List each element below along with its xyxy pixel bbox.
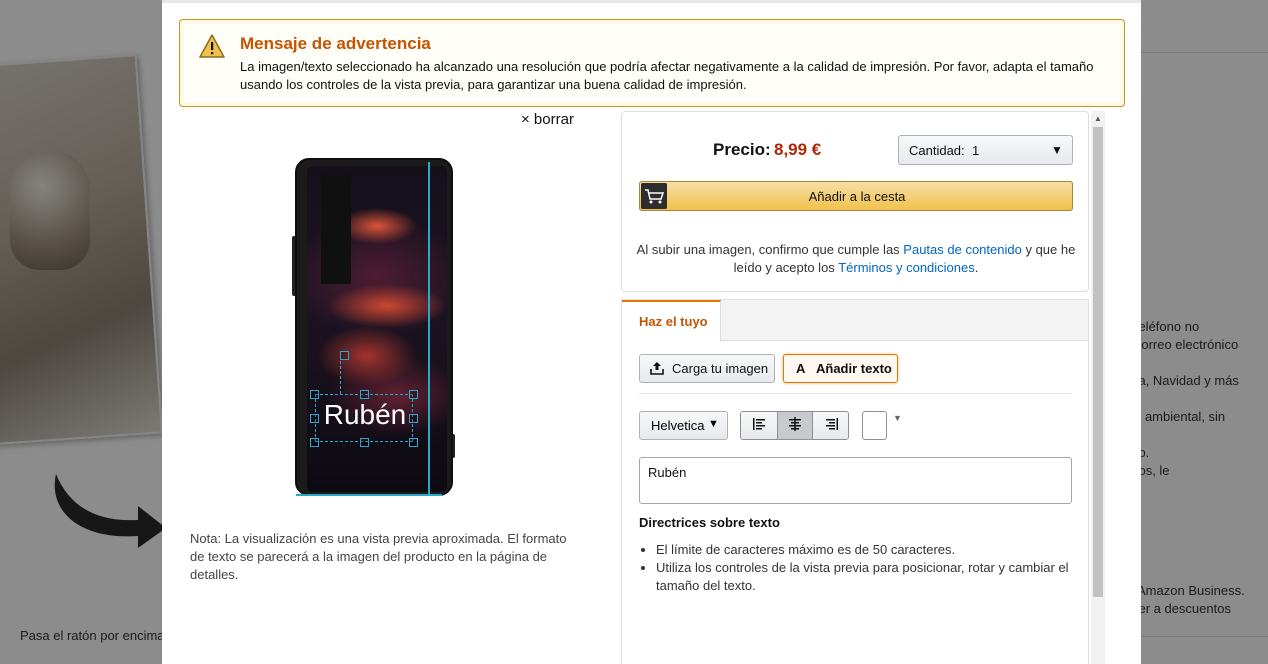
scrollbar[interactable]: ▲ xyxy=(1091,111,1105,664)
tab-bar: Haz el tuyo xyxy=(622,300,1088,342)
consent-text-part: Al subir una imagen, confirmo que cumple… xyxy=(636,242,904,257)
resize-handle[interactable] xyxy=(409,438,418,447)
chevron-down-icon[interactable]: ▼ xyxy=(893,413,902,423)
consent-text: Al subir una imagen, confirmo que cumple… xyxy=(632,241,1080,277)
text-overlay-box[interactable]: Rubén xyxy=(315,394,413,442)
list-item: Utiliza los controles de la vista previa… xyxy=(656,559,1076,595)
resize-handle[interactable] xyxy=(360,438,369,447)
text-guidelines-title: Directrices sobre texto xyxy=(639,515,780,530)
rotate-guide xyxy=(340,356,341,394)
delete-button[interactable]: × borrar xyxy=(521,111,574,128)
phone-preview: Rubén xyxy=(292,156,458,498)
modal-top-border xyxy=(162,0,1141,3)
align-center-button[interactable] xyxy=(777,412,813,439)
warning-alert: Mensaje de advertencia La imagen/texto s… xyxy=(179,19,1125,107)
price-value: 8,99 € xyxy=(774,140,822,159)
add-text-label: Añadir texto xyxy=(816,361,892,376)
font-select[interactable]: Helvetica ▼ xyxy=(639,411,728,440)
align-left-button[interactable] xyxy=(741,412,777,439)
resize-handle[interactable] xyxy=(310,390,319,399)
font-value: Helvetica xyxy=(651,418,705,433)
quantity-select[interactable]: Cantidad: 1 ▼ xyxy=(898,135,1073,165)
rotate-handle[interactable] xyxy=(340,351,349,360)
divider xyxy=(639,393,1072,394)
price-label: Precio: xyxy=(713,140,771,159)
overlay-text: Rubén xyxy=(323,399,407,430)
align-right-icon xyxy=(825,418,838,430)
camera-cutout xyxy=(321,174,351,284)
quantity-label: Cantidad: xyxy=(909,143,965,158)
terms-link[interactable]: Términos y condiciones xyxy=(838,260,975,275)
resize-handle[interactable] xyxy=(360,390,369,399)
text-input[interactable]: Rubén xyxy=(639,457,1072,504)
text-color-picker[interactable] xyxy=(862,411,887,440)
text-guidelines-list: El límite de caracteres máximo es de 50 … xyxy=(656,541,1076,595)
chevron-down-icon: ▼ xyxy=(1051,143,1063,157)
text-align-group xyxy=(740,411,849,440)
quantity-value: 1 xyxy=(972,143,980,158)
resize-handle[interactable] xyxy=(310,414,319,423)
selection-outline xyxy=(428,162,430,496)
scroll-up-icon[interactable]: ▲ xyxy=(1094,114,1102,123)
warning-message: La imagen/texto seleccionado ha alcanzad… xyxy=(240,59,1094,92)
add-to-cart-label: Añadir a la cesta xyxy=(808,189,906,204)
add-text-button[interactable]: A Añadir texto xyxy=(783,354,898,383)
chevron-down-icon: ▼ xyxy=(708,418,719,430)
warning-icon xyxy=(199,34,225,58)
upload-icon xyxy=(650,362,664,375)
align-left-icon xyxy=(753,418,765,430)
content-guidelines-link[interactable]: Pautas de contenido xyxy=(903,242,1022,257)
warning-title: Mensaje de advertencia xyxy=(240,34,431,53)
purchase-panel: Precio: 8,99 € Cantidad: 1 ▼ Añadir a la… xyxy=(621,111,1089,292)
case-design-image[interactable] xyxy=(307,166,447,492)
align-center-icon xyxy=(789,417,801,431)
consent-text-part: . xyxy=(974,260,979,275)
scroll-thumb[interactable] xyxy=(1093,127,1103,597)
upload-image-button[interactable]: Carga tu imagen xyxy=(639,354,775,383)
align-right-button[interactable] xyxy=(813,412,848,439)
customize-panel: Haz el tuyo Carga tu imagen A Añadir tex… xyxy=(621,299,1089,664)
selection-outline xyxy=(296,494,442,496)
customization-modal: Mensaje de advertencia La imagen/texto s… xyxy=(162,0,1141,664)
resize-handle[interactable] xyxy=(310,438,319,447)
resize-handle[interactable] xyxy=(409,414,418,423)
resize-handle[interactable] xyxy=(409,390,418,399)
add-to-cart-button[interactable]: Añadir a la cesta xyxy=(639,181,1073,211)
list-item: El límite de caracteres máximo es de 50 … xyxy=(656,541,1076,559)
text-icon: A xyxy=(796,361,806,376)
preview-note: Nota: La visualización es una vista prev… xyxy=(190,531,567,582)
upload-image-label: Carga tu imagen xyxy=(672,361,769,376)
tab-make-your-own[interactable]: Haz el tuyo xyxy=(622,300,721,342)
